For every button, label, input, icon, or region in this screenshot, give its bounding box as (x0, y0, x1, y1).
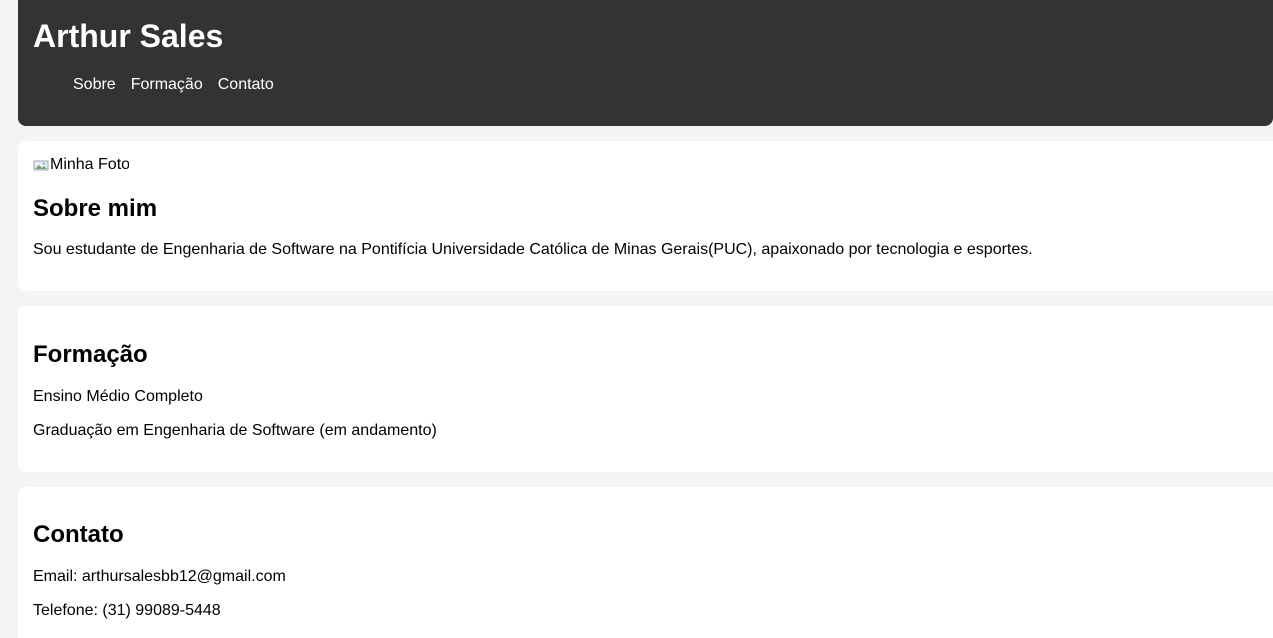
site-title: Arthur Sales (33, 18, 224, 54)
profile-photo: Minha Foto (33, 155, 129, 175)
broken-image-icon (33, 160, 49, 171)
contact-section: Contato Email: arthursalesbb12@gmail.com… (18, 487, 1273, 638)
education-section: Formação Ensino Médio Completo Graduação… (18, 306, 1273, 472)
contact-phone: Telefone: (31) 99089-5448 (33, 602, 221, 619)
nav-link-sobre[interactable]: Sobre (73, 75, 116, 95)
profile-photo-alt: Minha Foto (50, 156, 129, 173)
page: Arthur Sales Sobre Formação Contato Minh… (0, 0, 1273, 638)
nav-link-contato[interactable]: Contato (218, 75, 274, 95)
education-item: Graduação em Engenharia de Software (em … (33, 422, 437, 439)
contact-heading: Contato (33, 521, 124, 548)
education-heading: Formação (33, 341, 148, 368)
contact-email: Email: arthursalesbb12@gmail.com (33, 568, 286, 585)
site-header: Arthur Sales Sobre Formação Contato (18, 0, 1273, 126)
about-heading: Sobre mim (33, 195, 158, 222)
about-section: Minha Foto Sobre mim Sou estudante de En… (18, 141, 1273, 291)
about-text: Sou estudante de Engenharia de Software … (33, 241, 1033, 258)
main-nav: Sobre Formação Contato (73, 75, 289, 95)
nav-link-formacao[interactable]: Formação (131, 75, 203, 95)
education-item: Ensino Médio Completo (33, 388, 203, 405)
